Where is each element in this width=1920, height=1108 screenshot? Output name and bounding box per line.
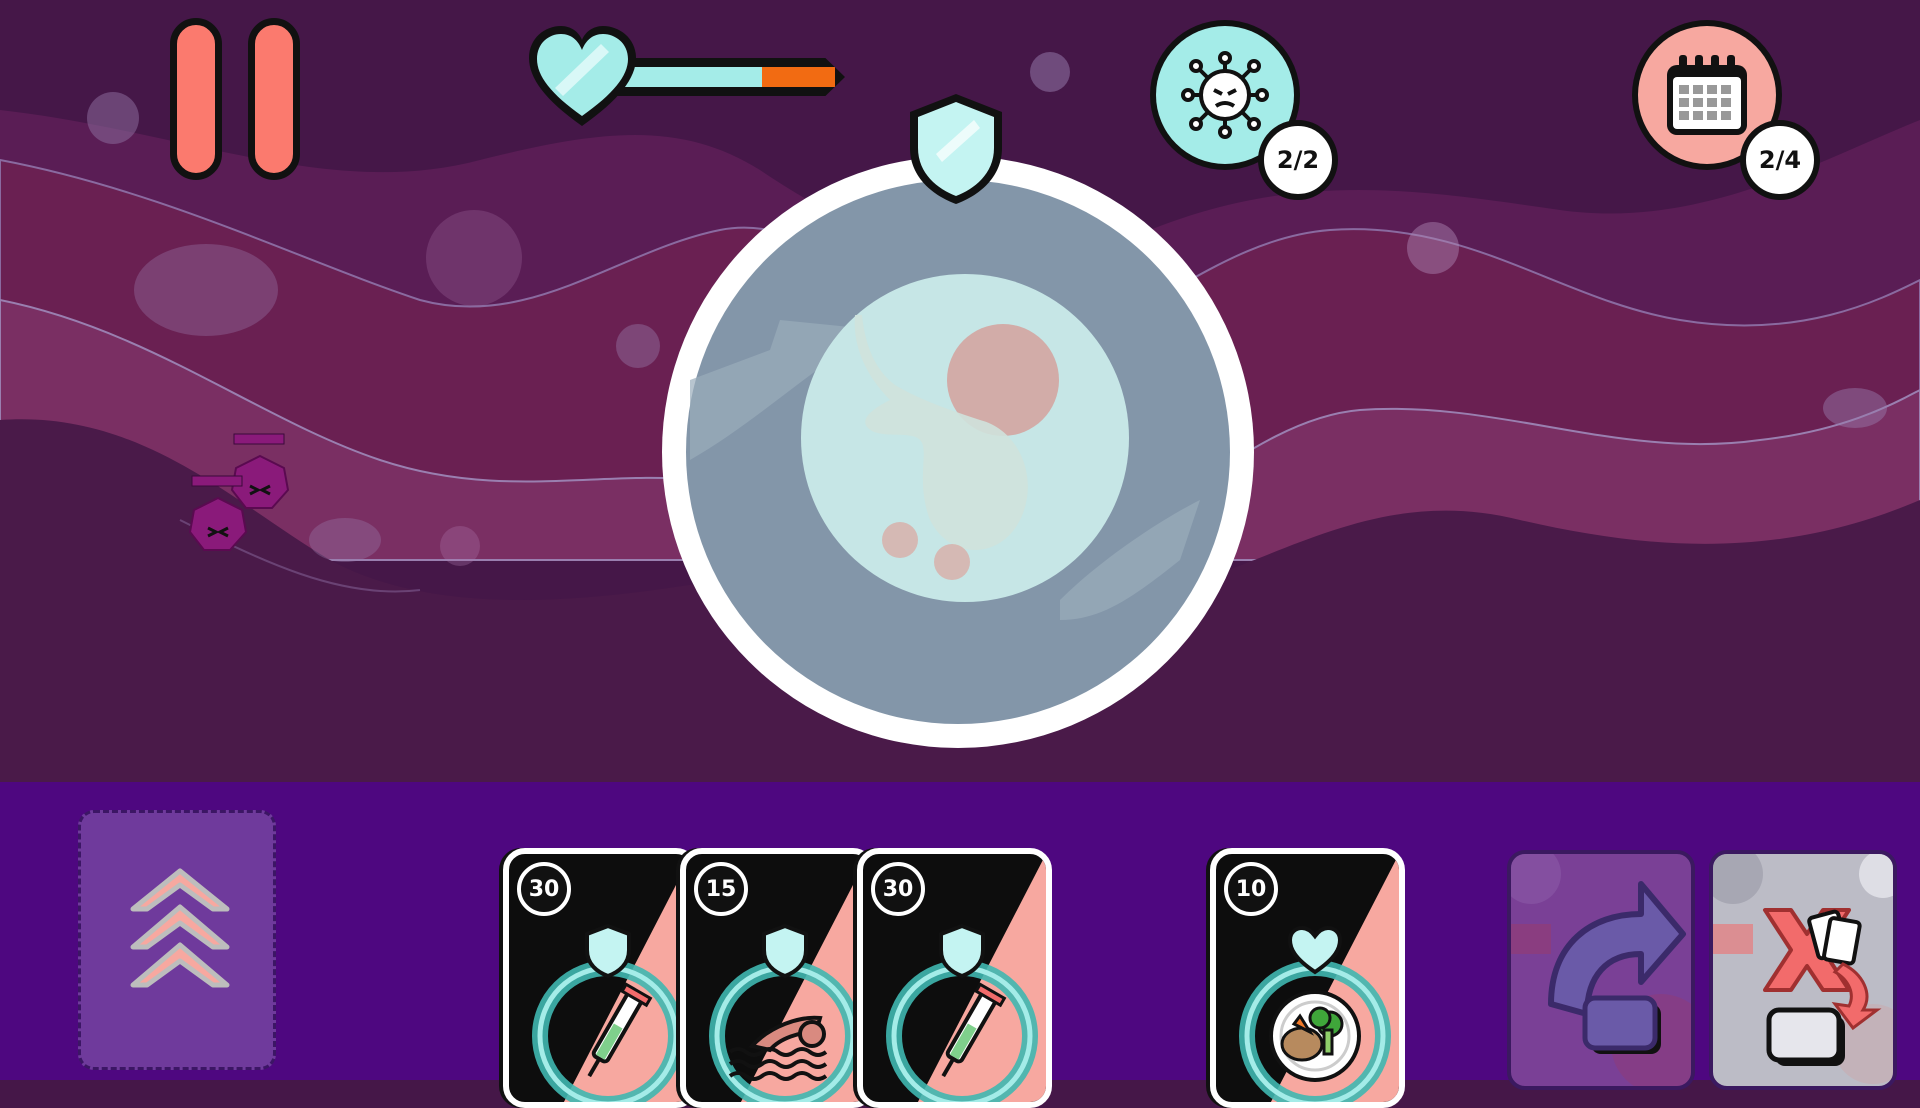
redraw-button[interactable] (1507, 850, 1695, 1090)
bubble (87, 92, 139, 144)
syringe-icon (587, 982, 653, 1078)
shield-icon (762, 923, 808, 979)
healthy-food-heal-card[interactable]: 10 (1210, 848, 1405, 1108)
syringe-shield-card[interactable]: 30 (857, 848, 1052, 1108)
day-count-text: 2/4 (1740, 120, 1820, 200)
pause-icon (170, 18, 222, 180)
swimming-shield-card[interactable]: 15 (680, 848, 875, 1108)
health-bar (525, 22, 875, 132)
protected-embryo-cell (662, 156, 1254, 748)
bubble (134, 244, 278, 336)
shield-icon (585, 923, 631, 979)
shield-icon (910, 94, 1002, 204)
healthy-food-icon (1269, 990, 1361, 1082)
shield-icon (939, 923, 985, 979)
calendar-icon (1667, 55, 1747, 135)
virus-count-text: 2/2 (1258, 120, 1338, 200)
pause-button[interactable] (170, 18, 308, 188)
bubble (616, 324, 660, 368)
bubble (1407, 222, 1459, 274)
bubble (309, 518, 381, 562)
syringe-shield-card[interactable]: 30 (503, 848, 698, 1108)
virus-icon (1181, 51, 1269, 139)
bubble (426, 210, 522, 306)
heart-icon (529, 26, 636, 126)
swimming-icon (728, 1015, 828, 1081)
deck-button[interactable] (78, 810, 276, 1070)
virus-counter: 2/2 (1150, 20, 1350, 210)
syringe-icon (941, 982, 1007, 1078)
day-counter: 2/4 (1632, 20, 1832, 210)
redraw-arrow-icon (1511, 854, 1691, 1086)
bubble (1030, 52, 1070, 92)
discard-button[interactable] (1709, 850, 1897, 1090)
bubble (1823, 388, 1887, 428)
chevron-up-stack-icon (130, 868, 230, 988)
bubble (440, 526, 480, 566)
discard-cards-icon (1713, 854, 1893, 1084)
